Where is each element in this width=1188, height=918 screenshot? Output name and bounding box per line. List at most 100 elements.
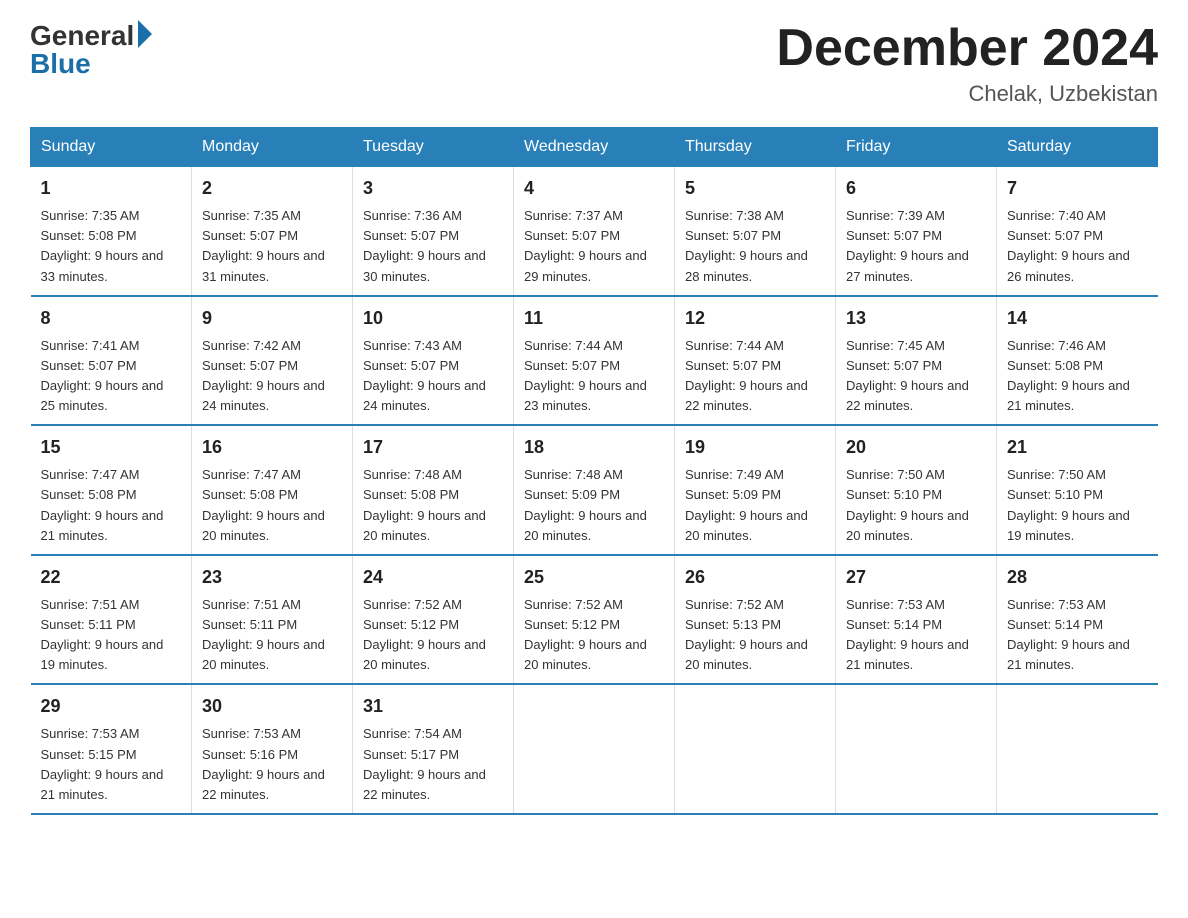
day-number: 4 bbox=[524, 175, 664, 202]
calendar-cell: 25 Sunrise: 7:52 AM Sunset: 5:12 PM Dayl… bbox=[514, 555, 675, 685]
day-number: 13 bbox=[846, 305, 986, 332]
header-monday: Monday bbox=[192, 128, 353, 167]
calendar-cell: 29 Sunrise: 7:53 AM Sunset: 5:15 PM Dayl… bbox=[31, 684, 192, 814]
calendar-cell bbox=[675, 684, 836, 814]
calendar-cell: 2 Sunrise: 7:35 AM Sunset: 5:07 PM Dayli… bbox=[192, 167, 353, 296]
day-number: 6 bbox=[846, 175, 986, 202]
calendar-cell: 28 Sunrise: 7:53 AM Sunset: 5:14 PM Dayl… bbox=[997, 555, 1158, 685]
day-number: 24 bbox=[363, 564, 503, 591]
calendar-cell: 17 Sunrise: 7:48 AM Sunset: 5:08 PM Dayl… bbox=[353, 425, 514, 555]
calendar-cell: 9 Sunrise: 7:42 AM Sunset: 5:07 PM Dayli… bbox=[192, 296, 353, 426]
calendar-cell: 31 Sunrise: 7:54 AM Sunset: 5:17 PM Dayl… bbox=[353, 684, 514, 814]
title-area: December 2024 Chelak, Uzbekistan bbox=[776, 20, 1158, 107]
calendar-cell: 8 Sunrise: 7:41 AM Sunset: 5:07 PM Dayli… bbox=[31, 296, 192, 426]
calendar-cell bbox=[836, 684, 997, 814]
calendar-cell: 13 Sunrise: 7:45 AM Sunset: 5:07 PM Dayl… bbox=[836, 296, 997, 426]
day-number: 9 bbox=[202, 305, 342, 332]
day-info: Sunrise: 7:50 AM Sunset: 5:10 PM Dayligh… bbox=[846, 465, 986, 546]
day-info: Sunrise: 7:51 AM Sunset: 5:11 PM Dayligh… bbox=[202, 595, 342, 676]
day-info: Sunrise: 7:36 AM Sunset: 5:07 PM Dayligh… bbox=[363, 206, 503, 287]
day-number: 7 bbox=[1007, 175, 1148, 202]
header-thursday: Thursday bbox=[675, 128, 836, 167]
day-number: 11 bbox=[524, 305, 664, 332]
calendar-cell bbox=[997, 684, 1158, 814]
logo-blue-text: Blue bbox=[30, 48, 91, 80]
day-info: Sunrise: 7:44 AM Sunset: 5:07 PM Dayligh… bbox=[685, 336, 825, 417]
calendar-cell: 27 Sunrise: 7:53 AM Sunset: 5:14 PM Dayl… bbox=[836, 555, 997, 685]
calendar-cell: 12 Sunrise: 7:44 AM Sunset: 5:07 PM Dayl… bbox=[675, 296, 836, 426]
day-number: 30 bbox=[202, 693, 342, 720]
calendar-cell: 24 Sunrise: 7:52 AM Sunset: 5:12 PM Dayl… bbox=[353, 555, 514, 685]
header-sunday: Sunday bbox=[31, 128, 192, 167]
day-number: 17 bbox=[363, 434, 503, 461]
calendar-cell: 5 Sunrise: 7:38 AM Sunset: 5:07 PM Dayli… bbox=[675, 167, 836, 296]
day-info: Sunrise: 7:52 AM Sunset: 5:12 PM Dayligh… bbox=[524, 595, 664, 676]
calendar-cell: 20 Sunrise: 7:50 AM Sunset: 5:10 PM Dayl… bbox=[836, 425, 997, 555]
calendar-cell: 23 Sunrise: 7:51 AM Sunset: 5:11 PM Dayl… bbox=[192, 555, 353, 685]
day-info: Sunrise: 7:41 AM Sunset: 5:07 PM Dayligh… bbox=[41, 336, 182, 417]
day-number: 23 bbox=[202, 564, 342, 591]
day-info: Sunrise: 7:35 AM Sunset: 5:08 PM Dayligh… bbox=[41, 206, 182, 287]
day-number: 25 bbox=[524, 564, 664, 591]
day-number: 10 bbox=[363, 305, 503, 332]
calendar-cell bbox=[514, 684, 675, 814]
calendar-cell: 6 Sunrise: 7:39 AM Sunset: 5:07 PM Dayli… bbox=[836, 167, 997, 296]
calendar-cell: 26 Sunrise: 7:52 AM Sunset: 5:13 PM Dayl… bbox=[675, 555, 836, 685]
day-info: Sunrise: 7:51 AM Sunset: 5:11 PM Dayligh… bbox=[41, 595, 182, 676]
day-number: 26 bbox=[685, 564, 825, 591]
day-number: 31 bbox=[363, 693, 503, 720]
calendar-week-row: 15 Sunrise: 7:47 AM Sunset: 5:08 PM Dayl… bbox=[31, 425, 1158, 555]
day-number: 2 bbox=[202, 175, 342, 202]
calendar-cell: 18 Sunrise: 7:48 AM Sunset: 5:09 PM Dayl… bbox=[514, 425, 675, 555]
day-info: Sunrise: 7:47 AM Sunset: 5:08 PM Dayligh… bbox=[41, 465, 182, 546]
day-number: 12 bbox=[685, 305, 825, 332]
header-friday: Friday bbox=[836, 128, 997, 167]
day-info: Sunrise: 7:40 AM Sunset: 5:07 PM Dayligh… bbox=[1007, 206, 1148, 287]
header-saturday: Saturday bbox=[997, 128, 1158, 167]
day-number: 27 bbox=[846, 564, 986, 591]
day-info: Sunrise: 7:54 AM Sunset: 5:17 PM Dayligh… bbox=[363, 724, 503, 805]
calendar-cell: 21 Sunrise: 7:50 AM Sunset: 5:10 PM Dayl… bbox=[997, 425, 1158, 555]
day-info: Sunrise: 7:39 AM Sunset: 5:07 PM Dayligh… bbox=[846, 206, 986, 287]
header-tuesday: Tuesday bbox=[353, 128, 514, 167]
day-number: 5 bbox=[685, 175, 825, 202]
logo: General Blue bbox=[30, 20, 152, 80]
logo-arrow-icon bbox=[138, 20, 152, 48]
calendar-cell: 14 Sunrise: 7:46 AM Sunset: 5:08 PM Dayl… bbox=[997, 296, 1158, 426]
day-info: Sunrise: 7:48 AM Sunset: 5:08 PM Dayligh… bbox=[363, 465, 503, 546]
day-info: Sunrise: 7:43 AM Sunset: 5:07 PM Dayligh… bbox=[363, 336, 503, 417]
day-number: 18 bbox=[524, 434, 664, 461]
day-info: Sunrise: 7:52 AM Sunset: 5:13 PM Dayligh… bbox=[685, 595, 825, 676]
day-info: Sunrise: 7:37 AM Sunset: 5:07 PM Dayligh… bbox=[524, 206, 664, 287]
calendar-cell: 30 Sunrise: 7:53 AM Sunset: 5:16 PM Dayl… bbox=[192, 684, 353, 814]
page-title: December 2024 bbox=[776, 20, 1158, 77]
calendar-cell: 11 Sunrise: 7:44 AM Sunset: 5:07 PM Dayl… bbox=[514, 296, 675, 426]
calendar-cell: 19 Sunrise: 7:49 AM Sunset: 5:09 PM Dayl… bbox=[675, 425, 836, 555]
header-row: Sunday Monday Tuesday Wednesday Thursday… bbox=[31, 128, 1158, 167]
day-info: Sunrise: 7:53 AM Sunset: 5:14 PM Dayligh… bbox=[1007, 595, 1148, 676]
page-header: General Blue December 2024 Chelak, Uzbek… bbox=[30, 20, 1158, 107]
day-number: 22 bbox=[41, 564, 182, 591]
day-number: 28 bbox=[1007, 564, 1148, 591]
day-number: 16 bbox=[202, 434, 342, 461]
calendar-cell: 15 Sunrise: 7:47 AM Sunset: 5:08 PM Dayl… bbox=[31, 425, 192, 555]
calendar-cell: 3 Sunrise: 7:36 AM Sunset: 5:07 PM Dayli… bbox=[353, 167, 514, 296]
day-number: 14 bbox=[1007, 305, 1148, 332]
day-info: Sunrise: 7:53 AM Sunset: 5:15 PM Dayligh… bbox=[41, 724, 182, 805]
day-info: Sunrise: 7:45 AM Sunset: 5:07 PM Dayligh… bbox=[846, 336, 986, 417]
calendar-cell: 22 Sunrise: 7:51 AM Sunset: 5:11 PM Dayl… bbox=[31, 555, 192, 685]
day-info: Sunrise: 7:38 AM Sunset: 5:07 PM Dayligh… bbox=[685, 206, 825, 287]
day-info: Sunrise: 7:48 AM Sunset: 5:09 PM Dayligh… bbox=[524, 465, 664, 546]
day-info: Sunrise: 7:50 AM Sunset: 5:10 PM Dayligh… bbox=[1007, 465, 1148, 546]
calendar-cell: 7 Sunrise: 7:40 AM Sunset: 5:07 PM Dayli… bbox=[997, 167, 1158, 296]
day-info: Sunrise: 7:53 AM Sunset: 5:14 PM Dayligh… bbox=[846, 595, 986, 676]
header-wednesday: Wednesday bbox=[514, 128, 675, 167]
calendar-week-row: 29 Sunrise: 7:53 AM Sunset: 5:15 PM Dayl… bbox=[31, 684, 1158, 814]
day-number: 8 bbox=[41, 305, 182, 332]
day-number: 3 bbox=[363, 175, 503, 202]
calendar-week-row: 8 Sunrise: 7:41 AM Sunset: 5:07 PM Dayli… bbox=[31, 296, 1158, 426]
day-info: Sunrise: 7:52 AM Sunset: 5:12 PM Dayligh… bbox=[363, 595, 503, 676]
calendar-cell: 4 Sunrise: 7:37 AM Sunset: 5:07 PM Dayli… bbox=[514, 167, 675, 296]
calendar-table: Sunday Monday Tuesday Wednesday Thursday… bbox=[30, 127, 1158, 815]
day-number: 19 bbox=[685, 434, 825, 461]
